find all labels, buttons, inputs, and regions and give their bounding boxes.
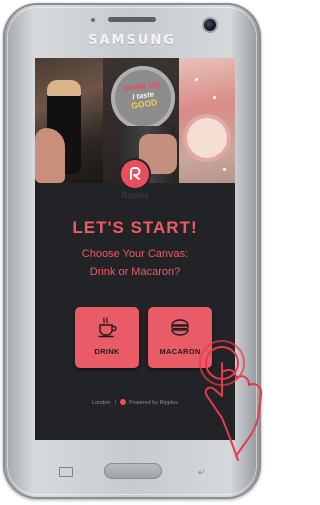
subtitle-line-2: Drink or Macaron?: [89, 266, 181, 278]
macaron-icon: [148, 316, 212, 338]
drink-button[interactable]: DRINK: [75, 307, 139, 368]
home-button[interactable]: [104, 463, 162, 479]
proximity-sensor: [91, 18, 95, 22]
drink-button-label: DRINK: [94, 347, 120, 356]
device-brand: SAMSUNG: [88, 33, 176, 48]
back-key-icon[interactable]: ⤶: [198, 464, 205, 479]
app-name: Ripples: [121, 191, 149, 200]
hand-shape: [35, 128, 65, 183]
recent-apps-key[interactable]: [59, 467, 73, 477]
macaron-plate: [187, 118, 227, 158]
macaron-button-label: MACARON: [159, 347, 201, 356]
ripples-dot-icon: [119, 399, 126, 405]
front-camera: [204, 19, 216, 31]
footer-powered-by: Powered by Ripples: [128, 400, 178, 406]
footer-location: London: [92, 400, 111, 406]
earpiece-speaker: [108, 17, 156, 22]
pint-foam: [47, 80, 81, 96]
phone-frame: SAMSUNG DRINK ME I taste GOOD Ripples LE…: [3, 3, 261, 499]
ripples-logo-icon: [130, 167, 141, 180]
sparkle: [213, 96, 216, 99]
footer-separator: |: [114, 400, 116, 406]
app-screen: DRINK ME I taste GOOD Ripples LET'S STAR…: [35, 58, 235, 440]
page-title: LET'S START!: [72, 218, 198, 237]
coffee-cup-icon: [75, 316, 139, 338]
sparkle: [223, 168, 226, 171]
footer: London | Powered by Ripples: [35, 399, 235, 406]
ripples-logo: [121, 160, 149, 188]
sparkle: [195, 78, 198, 81]
subtitle-line-1: Choose Your Canvas:: [81, 248, 189, 260]
macaron-button[interactable]: MACARON: [148, 307, 212, 368]
